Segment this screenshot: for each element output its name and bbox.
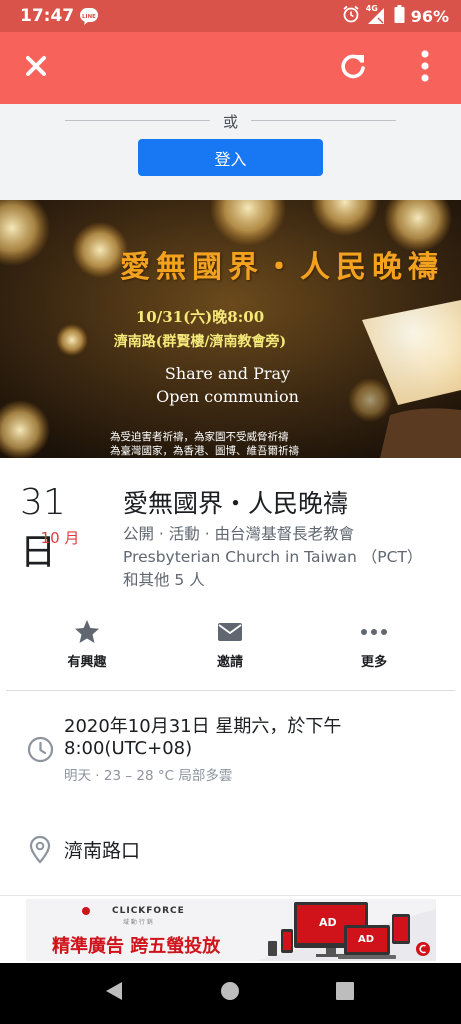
envelope-icon — [180, 617, 280, 647]
ad-area: CLICKFORCE 域 動 行 銷 精準廣告 跨五螢投放 AD AD — [0, 895, 461, 963]
cover-title: 愛無國界・人民晚禱 — [120, 250, 444, 285]
location-pin-icon — [29, 835, 51, 868]
more-label: 更多 — [360, 655, 387, 670]
more-button[interactable]: 更多 — [324, 617, 424, 670]
ad-banner[interactable]: CLICKFORCE 域 動 行 銷 精準廣告 跨五螢投放 AD AD — [26, 899, 436, 961]
line-icon: LINE — [80, 7, 98, 25]
close-icon — [25, 55, 47, 81]
svg-text:LINE: LINE — [82, 14, 96, 20]
network-type: 4G — [365, 4, 378, 13]
cover-english-line1: Share and Pray — [164, 364, 291, 383]
system-nav-bar — [0, 963, 461, 1024]
battery-percent: 96% — [410, 6, 449, 26]
recents-icon — [336, 982, 354, 1004]
event-cohosts[interactable]: 和其他 5 人 — [123, 569, 453, 592]
signal-icon: 4G — [365, 4, 388, 25]
event-weather: 明天 · 23 – 28 °C 局部多雲 — [64, 768, 233, 784]
status-time: 17:47 — [20, 6, 75, 26]
recents-button[interactable] — [333, 981, 357, 1005]
cover-venue: 濟南路(群賢樓/濟南教會旁) — [113, 334, 287, 350]
refresh-icon — [339, 52, 367, 84]
ad-text: 精準廣告 跨五螢投放 — [52, 936, 221, 957]
event-meta-line1: 公開 · 活動 · 由台灣基督長老教會 — [123, 525, 355, 543]
status-bar: 17:47 LINE 4G 96% — [0, 0, 461, 32]
ad-brand: CLICKFORCE — [112, 906, 185, 916]
cover-prayer-line1: 為受迫害者祈禱，為家園不受威脅祈禱 — [110, 431, 289, 443]
ad-screen-label-laptop: AD — [358, 934, 375, 945]
invite-button[interactable]: 邀請 — [180, 617, 280, 670]
back-icon — [104, 980, 124, 1006]
event-host[interactable]: Presbyterian Church in Taiwan （PCT） — [123, 546, 453, 569]
event-title: 愛無國界・人民晚禱 — [123, 489, 349, 518]
more-horiz-icon — [324, 617, 424, 647]
home-icon — [220, 981, 240, 1005]
status-icons: 4G 96% — [342, 4, 449, 27]
clock-icon — [27, 736, 54, 767]
cover-background — [0, 200, 461, 458]
or-text: 或 — [222, 113, 238, 131]
back-button[interactable] — [102, 981, 126, 1005]
interested-button[interactable]: 有興趣 — [37, 617, 137, 670]
refresh-button[interactable] — [331, 46, 375, 90]
event-meta: 公開 · 活動 · 由台灣基督長老教會 Presbyterian Church … — [123, 523, 453, 592]
event-datetime-line1: 2020年10月31日 星期六，於下午 — [64, 716, 342, 737]
star-icon — [37, 617, 137, 647]
ad-screen-label: AD — [319, 916, 337, 929]
battery-icon — [394, 5, 405, 27]
invite-label: 邀請 — [216, 655, 243, 670]
close-button[interactable] — [14, 46, 58, 90]
event-location[interactable]: 濟南路口 — [64, 836, 140, 863]
cover-english-line2: Open communion — [156, 387, 299, 406]
event-datetime-line2: 8:00(UTC+08) — [64, 738, 193, 759]
more-options-button[interactable] — [403, 46, 447, 90]
section-divider — [6, 690, 455, 691]
more-vert-icon — [420, 50, 430, 86]
event-cover-image: 愛無國界・人民晚禱 10/31(六)晚8:00 濟南路(群賢樓/濟南教會旁) S… — [0, 200, 461, 458]
event-date-month: 10 月 — [40, 529, 80, 547]
login-button[interactable]: 登入 — [138, 139, 323, 176]
ad-brand-sub: 域 動 行 銷 — [123, 919, 153, 926]
cover-prayer-line2: 為臺灣國家，為香港、圖博、維吾爾祈禱 — [110, 445, 299, 457]
alarm-icon — [342, 5, 360, 27]
cover-datetime: 10/31(六)晚8:00 — [135, 308, 265, 326]
login-section: 或 登入 — [0, 104, 461, 200]
event-actions: 有興趣 邀請 更多 — [0, 617, 461, 677]
home-button[interactable] — [218, 981, 242, 1005]
interested-label: 有興趣 — [67, 655, 107, 670]
browser-toolbar — [0, 32, 461, 104]
